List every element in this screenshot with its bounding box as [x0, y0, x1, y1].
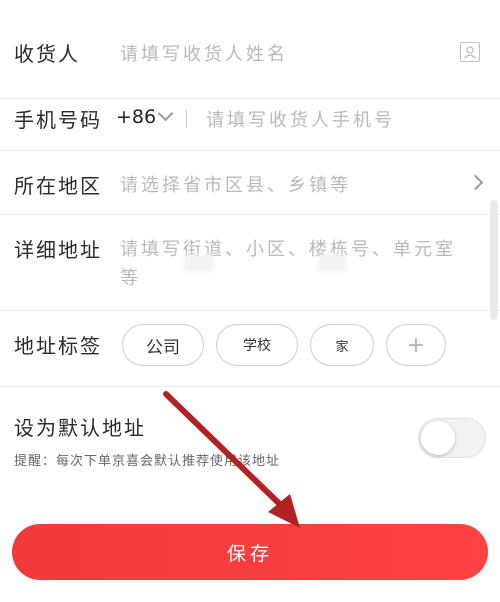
phone-label: 手机号码	[14, 108, 102, 132]
toggle-knob	[421, 421, 455, 455]
phone-input[interactable]: 请填写收货人手机号	[206, 106, 395, 132]
recipient-input[interactable]: 请填写收货人姓名	[120, 40, 288, 66]
country-code[interactable]: +86	[116, 106, 156, 128]
address-input-line2[interactable]: 等	[120, 264, 141, 290]
chevron-right-icon[interactable]	[467, 174, 484, 191]
tags-label: 地址标签	[14, 334, 102, 358]
default-label: 设为默认地址	[14, 416, 146, 440]
blurred-artifact	[184, 254, 214, 272]
phone-row[interactable]: 手机号码 +86 请填写收货人手机号	[0, 98, 500, 151]
chevron-down-icon[interactable]	[157, 105, 174, 122]
default-hint: 提醒：每次下单京喜会默认推荐使用该地址	[14, 454, 281, 469]
region-row[interactable]: 所在地区 请选择省市区县、乡镇等	[0, 150, 500, 215]
tag-school[interactable]: 学校	[216, 324, 298, 366]
default-toggle[interactable]	[418, 418, 486, 458]
blurred-artifact	[318, 254, 346, 272]
save-button[interactable]: 保存	[12, 524, 488, 580]
region-label: 所在地区	[14, 174, 102, 198]
add-tag-button[interactable]: +	[386, 324, 446, 366]
region-select[interactable]: 请选择省市区县、乡镇等	[120, 171, 351, 197]
contact-book-icon[interactable]	[460, 42, 480, 62]
address-label: 详细地址	[14, 238, 102, 262]
contact-book-glyph	[464, 46, 476, 59]
scrollbar[interactable]	[490, 200, 498, 320]
address-input-line1[interactable]: 请填写街道、小区、楼栋号、单元室	[120, 235, 456, 261]
tag-home[interactable]: 家	[310, 324, 374, 366]
phone-divider	[186, 110, 187, 128]
address-row[interactable]: 详细地址 请填写街道、小区、楼栋号、单元室 等	[0, 214, 500, 311]
recipient-label: 收货人	[14, 42, 80, 66]
tag-company[interactable]: 公司	[122, 324, 204, 366]
recipient-row[interactable]: 收货人 请填写收货人姓名	[0, 0, 500, 99]
